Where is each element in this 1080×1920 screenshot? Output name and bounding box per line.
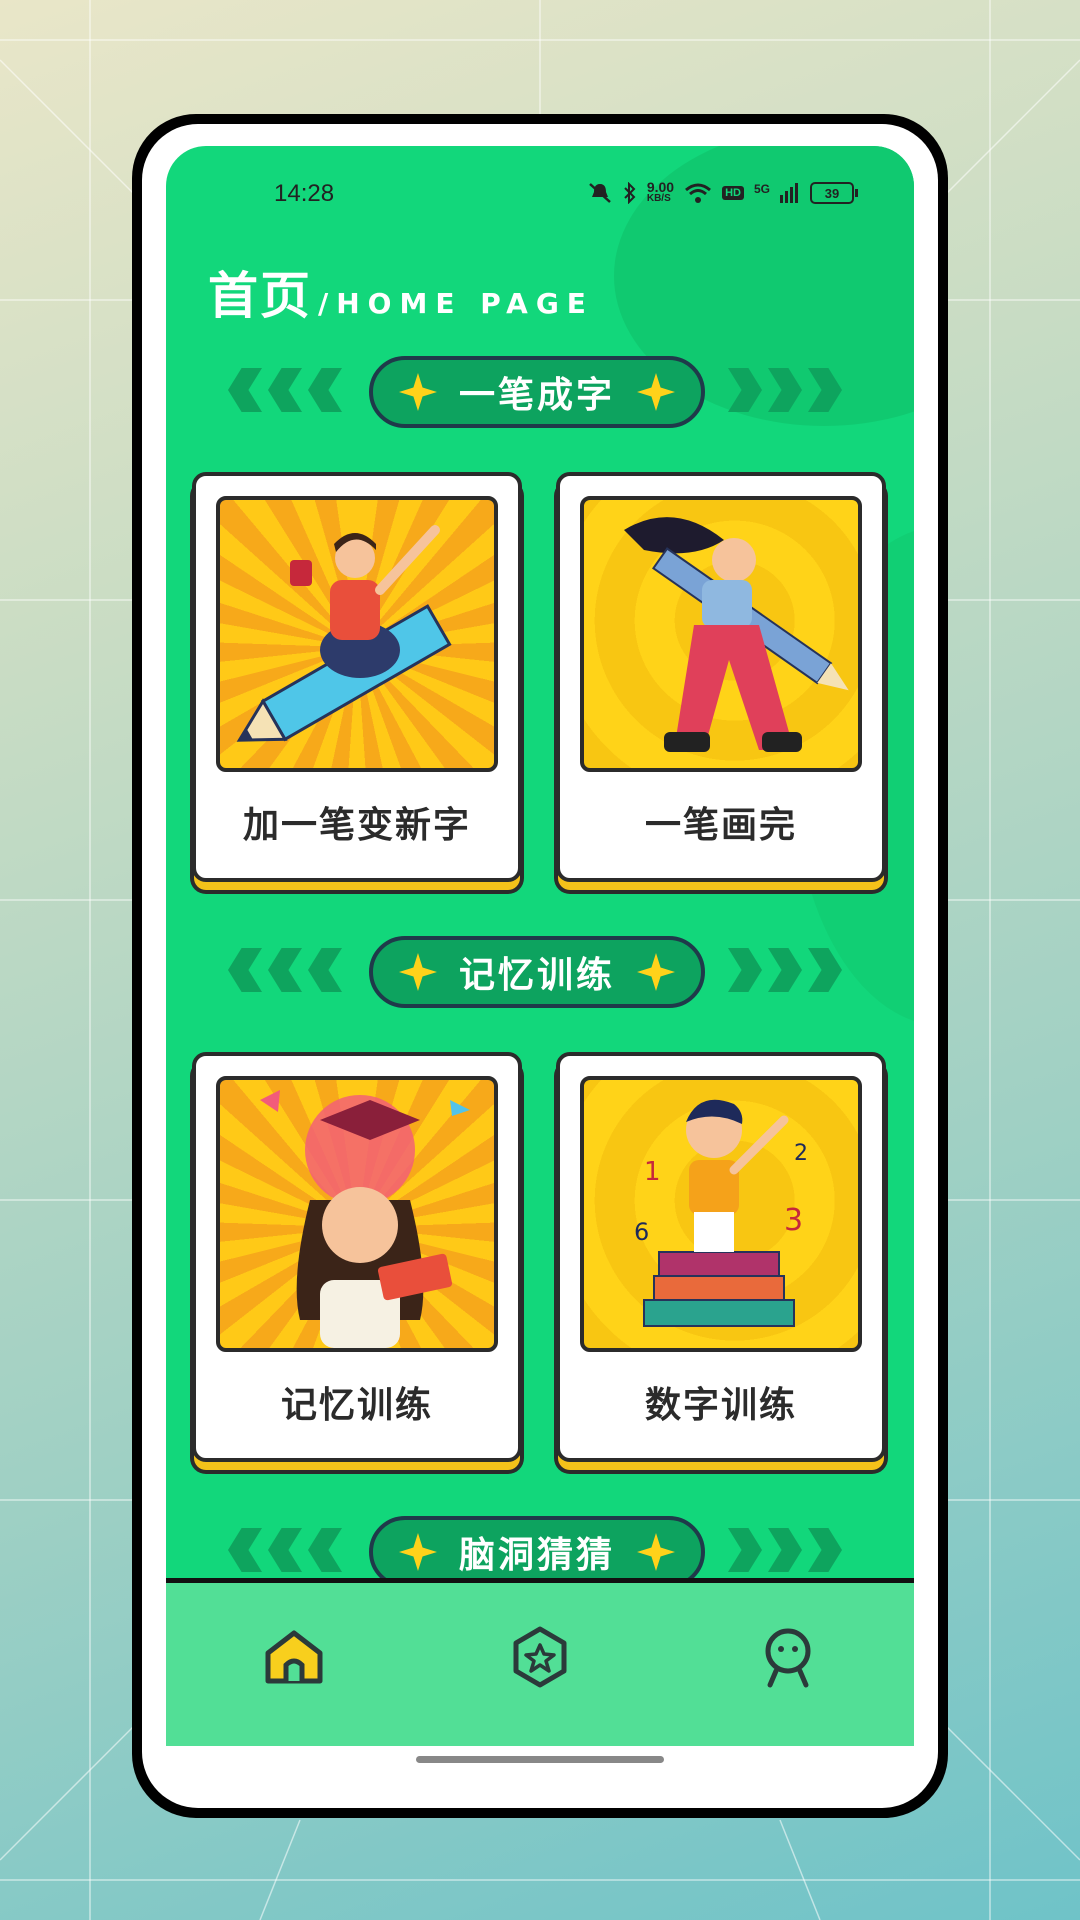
card-add-stroke[interactable]: 加一笔变新字 xyxy=(192,472,522,882)
boy-on-books-illustration: 1 3 6 2 xyxy=(634,1099,808,1327)
signal-label: 5G xyxy=(753,182,770,196)
status-bar: 14:28 9.00 KB/S HD 5G 39 xyxy=(166,146,914,246)
card-illustration xyxy=(216,496,498,772)
chevron-left-decor xyxy=(228,948,342,992)
section-pill: 一笔成字 xyxy=(369,356,705,428)
girl-with-pencil-illustration xyxy=(624,517,849,752)
title-cn: 首页 xyxy=(208,267,312,325)
card-memory-training[interactable]: 记忆训练 xyxy=(192,1052,522,1462)
wifi-icon xyxy=(685,183,712,203)
card-label: 加一笔变新字 xyxy=(242,805,471,846)
sparkle-icon xyxy=(637,373,675,411)
sparkle-icon xyxy=(398,373,437,411)
title-en: /HOME PAGE xyxy=(318,287,594,320)
mute-bell-icon xyxy=(589,183,611,203)
home-indicator[interactable] xyxy=(416,1756,664,1763)
svg-text:3: 3 xyxy=(784,1203,803,1238)
card-number-training[interactable]: 1 3 6 2 数字训练 xyxy=(556,1052,886,1462)
page-title: 首页 /HOME PAGE xyxy=(208,256,594,328)
battery-icon: 39 xyxy=(810,182,858,204)
svg-text:2: 2 xyxy=(794,1141,808,1166)
sparkle-icon xyxy=(398,953,437,991)
star-badge-icon xyxy=(513,1626,567,1688)
card-label: 数字训练 xyxy=(644,1385,797,1426)
svg-text:6: 6 xyxy=(634,1218,649,1246)
bottom-navigation xyxy=(166,1578,914,1746)
network-speed: 9.00 KB/S xyxy=(646,179,675,204)
sparkle-icon xyxy=(637,953,675,991)
card-illustration: 1 3 6 2 xyxy=(580,1076,862,1352)
card-illustration xyxy=(216,1076,498,1352)
section-pill: 记忆训练 xyxy=(369,936,705,1008)
home-icon xyxy=(265,1630,323,1684)
nav-favorites[interactable] xyxy=(508,1625,572,1689)
chevron-left-decor xyxy=(228,1528,342,1572)
section-header-2: 记忆训练 xyxy=(166,936,914,1012)
section-title: 记忆训练 xyxy=(458,955,615,996)
network-speed-value: 9.00 xyxy=(646,179,675,195)
chevron-right-decor xyxy=(728,948,842,992)
section-title: 脑洞猜猜 xyxy=(458,1535,615,1576)
profile-icon xyxy=(765,1628,811,1688)
chevron-left-decor xyxy=(228,368,342,412)
hd-badge: HD xyxy=(722,186,744,200)
boy-riding-pencil-illustration xyxy=(236,525,452,742)
card-illustration xyxy=(580,496,862,772)
bluetooth-icon xyxy=(624,182,636,204)
sparkle-icon xyxy=(398,1533,437,1571)
card-label: 记忆训练 xyxy=(280,1385,433,1426)
svg-text:1: 1 xyxy=(644,1157,661,1187)
section-header-1: 一笔成字 xyxy=(166,356,914,432)
nav-profile[interactable] xyxy=(756,1625,820,1689)
chevron-right-decor xyxy=(728,1528,842,1572)
nav-home[interactable] xyxy=(262,1625,326,1689)
card-one-stroke[interactable]: 一笔画完 xyxy=(556,472,886,882)
network-speed-unit: KB/S xyxy=(646,193,671,204)
card-label: 一笔画完 xyxy=(644,805,797,846)
sparkle-icon xyxy=(637,1533,675,1571)
chevron-right-decor xyxy=(728,368,842,412)
status-icons: 9.00 KB/S HD 5G 39 xyxy=(587,179,858,204)
signal-icon xyxy=(780,183,798,203)
section-title: 一笔成字 xyxy=(458,375,615,416)
girl-thinking-illustration xyxy=(260,1090,470,1348)
app-screen: 14:28 9.00 KB/S HD 5G 39 首页 /HOME PAGE 一笔… xyxy=(166,146,914,1746)
status-time: 14:28 xyxy=(274,180,335,207)
